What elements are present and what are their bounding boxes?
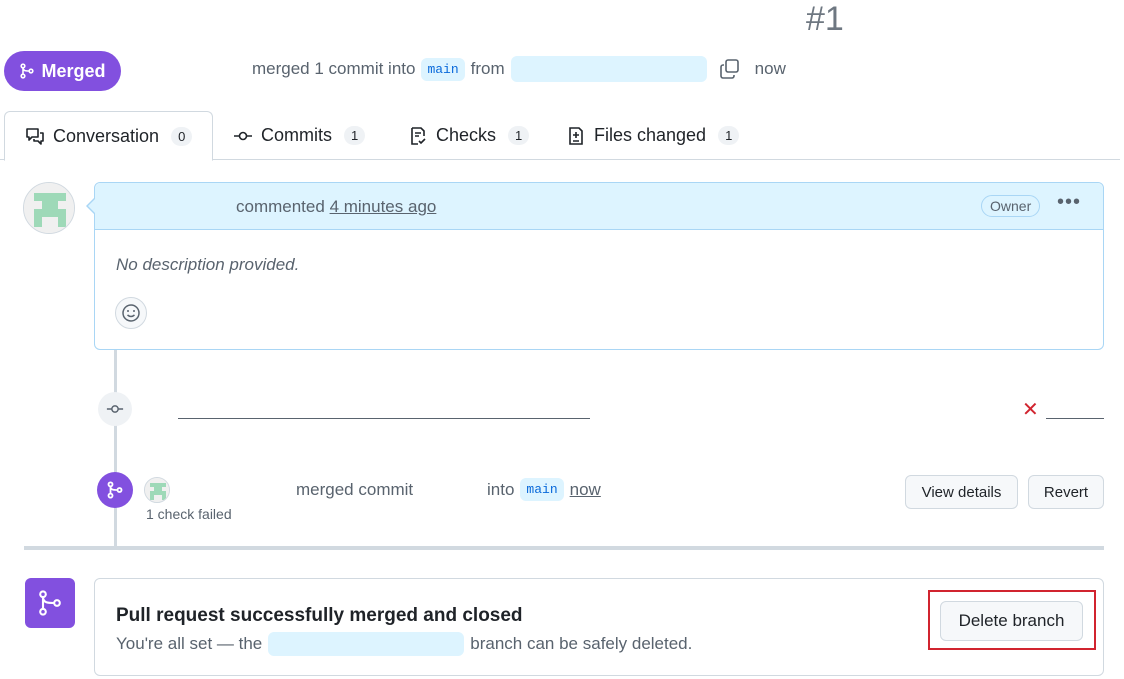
comment-header: commented 4 minutes ago Owner ••• (95, 183, 1103, 230)
git-merge-icon (20, 63, 35, 79)
merged-panel-icon (25, 578, 75, 628)
tab-conversation-count: 0 (171, 126, 193, 146)
head-branch-chip[interactable] (268, 632, 465, 656)
view-details-button[interactable]: View details (905, 475, 1018, 509)
tab-checks-label: Checks (436, 125, 497, 145)
git-merge-icon (107, 481, 123, 499)
tab-files-changed-count: 1 (718, 126, 740, 145)
check-failed-x-icon[interactable]: ✕ (1022, 397, 1039, 422)
tab-checks-count: 1 (508, 126, 530, 145)
merged-status-label: Merged (41, 60, 106, 81)
tab-checks[interactable]: Checks 1 (408, 111, 530, 160)
commit-message-link[interactable] (178, 418, 590, 419)
tab-files-changed[interactable]: Files changed 1 (566, 111, 740, 160)
merge-time: now (754, 59, 786, 78)
merge-target-branch-chip[interactable]: main (520, 478, 564, 501)
subtitle-prefix: You're all set — the (116, 634, 263, 653)
head-branch-chip[interactable] (510, 56, 707, 82)
kebab-menu-icon[interactable]: ••• (1057, 191, 1081, 214)
pr-tab-bar: Conversation 0 Commits 1 Checks 1 Files … (0, 111, 1120, 161)
merge-summary-text: merged 1 commit into (252, 59, 416, 78)
comment-meta: commented 4 minutes ago (236, 197, 436, 217)
commit-event-node (98, 392, 132, 426)
merged-commit-text: merged commit (296, 480, 414, 499)
subtitle-suffix: branch can be safely deleted. (470, 634, 693, 653)
pr-description-comment: commented 4 minutes ago Owner ••• No des… (94, 182, 1104, 350)
pr-number: #1 (806, 0, 844, 38)
from-text: from (470, 59, 505, 78)
comment-body: No description provided. (116, 255, 300, 274)
checklist-icon (411, 126, 426, 145)
identicon-icon (145, 478, 169, 502)
git-commit-icon (234, 131, 252, 140)
merge-complete-subtitle: You're all set — the branch can be safel… (116, 632, 692, 656)
comment-timestamp-link[interactable]: 4 minutes ago (330, 197, 437, 216)
revert-button[interactable]: Revert (1028, 475, 1104, 509)
merger-avatar[interactable] (144, 477, 170, 503)
git-commit-icon (106, 405, 124, 413)
tab-commits-label: Commits (261, 125, 332, 145)
merge-into-text: into main now (487, 478, 601, 501)
tab-commits[interactable]: Commits 1 (233, 111, 366, 160)
merged-status-badge: Merged (4, 51, 121, 91)
into-label: into (487, 479, 515, 499)
tab-conversation[interactable]: Conversation 0 (4, 111, 213, 161)
smiley-icon (122, 304, 140, 322)
merge-complete-title: Pull request successfully merged and clo… (116, 605, 523, 626)
merge-event-node (97, 472, 133, 508)
owner-badge: Owner (981, 195, 1041, 217)
identicon-icon (24, 183, 74, 233)
base-branch-chip[interactable]: main (421, 57, 465, 81)
file-diff-icon (569, 126, 583, 145)
merge-time-link[interactable]: now (570, 480, 601, 500)
tab-commits-count: 1 (344, 126, 366, 145)
comment-discussion-icon (26, 128, 44, 145)
add-reaction-button[interactable] (115, 297, 147, 329)
git-merge-icon (39, 590, 61, 616)
check-status-text[interactable]: 1 check failed (146, 506, 232, 522)
comment-pointer-fill (88, 198, 96, 214)
author-avatar[interactable] (23, 182, 75, 234)
timeline-line (114, 350, 117, 547)
copy-icon[interactable] (719, 58, 741, 80)
tab-conversation-label: Conversation (53, 125, 160, 146)
tab-files-changed-label: Files changed (594, 125, 707, 145)
commit-sha-link[interactable] (1046, 418, 1104, 419)
timeline-divider (24, 546, 1104, 550)
delete-branch-button[interactable]: Delete branch (940, 601, 1083, 641)
merge-complete-panel: Pull request successfully merged and clo… (94, 578, 1104, 676)
merge-summary: merged 1 commit into main from now (252, 55, 786, 83)
comment-action: commented (236, 197, 325, 216)
